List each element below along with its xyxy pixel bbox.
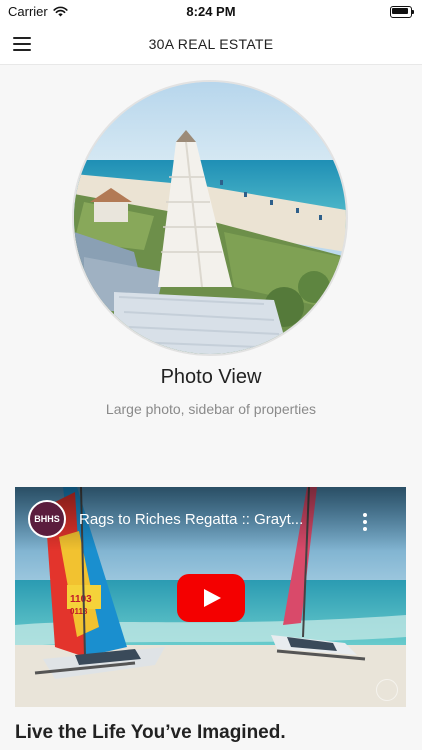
beach-tower-photo[interactable] [72, 80, 348, 356]
play-icon[interactable] [177, 574, 245, 622]
watermark-icon [376, 679, 398, 701]
status-time: 8:24 PM [186, 4, 236, 19]
video-title[interactable]: Rags to Riches Regatta :: Grayt... [79, 511, 303, 528]
layout-option-subtitle: Large photo, sidebar of properties [105, 401, 317, 417]
sail-number: 1103 [70, 594, 92, 605]
page-title: 30A REAL ESTATE [148, 36, 274, 52]
nav-bar: 30A REAL ESTATE [0, 24, 422, 65]
status-bar: Carrier 8:24 PM [0, 0, 422, 24]
battery-icon [390, 6, 414, 18]
video-player[interactable]: 1103 0118 BHHS Rags to Riches Regatta ::… [15, 487, 406, 707]
more-vertical-icon[interactable] [361, 513, 369, 531]
section-heading: Live the Life You’ve Imagined. [15, 722, 286, 743]
sail-text: 0118 [70, 607, 88, 616]
layout-option-title: Photo View [160, 366, 262, 388]
channel-logo[interactable]: BHHS [28, 500, 66, 538]
